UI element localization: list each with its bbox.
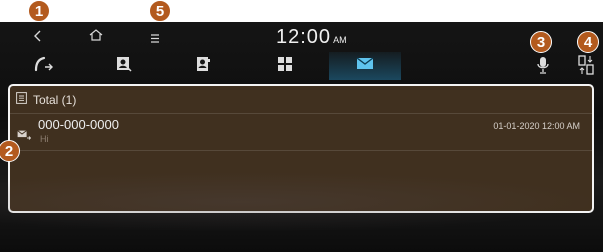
list-icon: [16, 92, 27, 107]
callout-4: 4: [577, 31, 599, 53]
message-sender: 000-000-0000: [38, 117, 119, 132]
menu-icon[interactable]: [150, 31, 160, 45]
clock-time: 12:00: [276, 26, 332, 48]
total-count-label: Total (1): [33, 92, 77, 107]
keypad-icon: [277, 56, 293, 77]
tab-phonebook[interactable]: [173, 52, 233, 80]
microphone-icon[interactable]: [537, 56, 549, 76]
message-datetime: 01-01-2020 12:00 AM: [493, 121, 580, 131]
contact-book-icon: [195, 56, 211, 77]
clock-ampm: AM: [333, 35, 347, 45]
message-row[interactable]: 000-000-0000 Hi 01-01-2020 12:00 AM: [10, 114, 592, 151]
message-preview: Hi: [40, 134, 49, 144]
callout-5: 5: [149, 0, 171, 22]
tab-bar: [0, 52, 603, 82]
tab-call-history[interactable]: [14, 52, 74, 80]
tab-keypad[interactable]: [255, 52, 315, 80]
home-icon[interactable]: [89, 29, 103, 43]
phone-switch-icon[interactable]: [578, 55, 594, 77]
tab-messages[interactable]: [329, 52, 401, 80]
back-icon[interactable]: [33, 30, 43, 44]
head-unit-screen: 12:00 AM Total (1) 000-000-0000 Hi 01-01…: [0, 22, 603, 252]
message-list-header: Total (1): [10, 86, 592, 114]
callout-3: 3: [530, 31, 552, 53]
clock: 12:00 AM: [276, 26, 347, 49]
message-list-panel: Total (1) 000-000-0000 Hi 01-01-2020 12:…: [8, 84, 594, 213]
envelope-icon: [356, 57, 374, 75]
callout-1: 1: [28, 0, 50, 22]
system-bar: 12:00 AM: [0, 22, 603, 52]
message-received-icon: [17, 127, 32, 145]
phone-transfer-icon: [33, 56, 55, 77]
tab-contacts-sync[interactable]: [94, 52, 154, 80]
contact-card-icon: [116, 56, 132, 77]
